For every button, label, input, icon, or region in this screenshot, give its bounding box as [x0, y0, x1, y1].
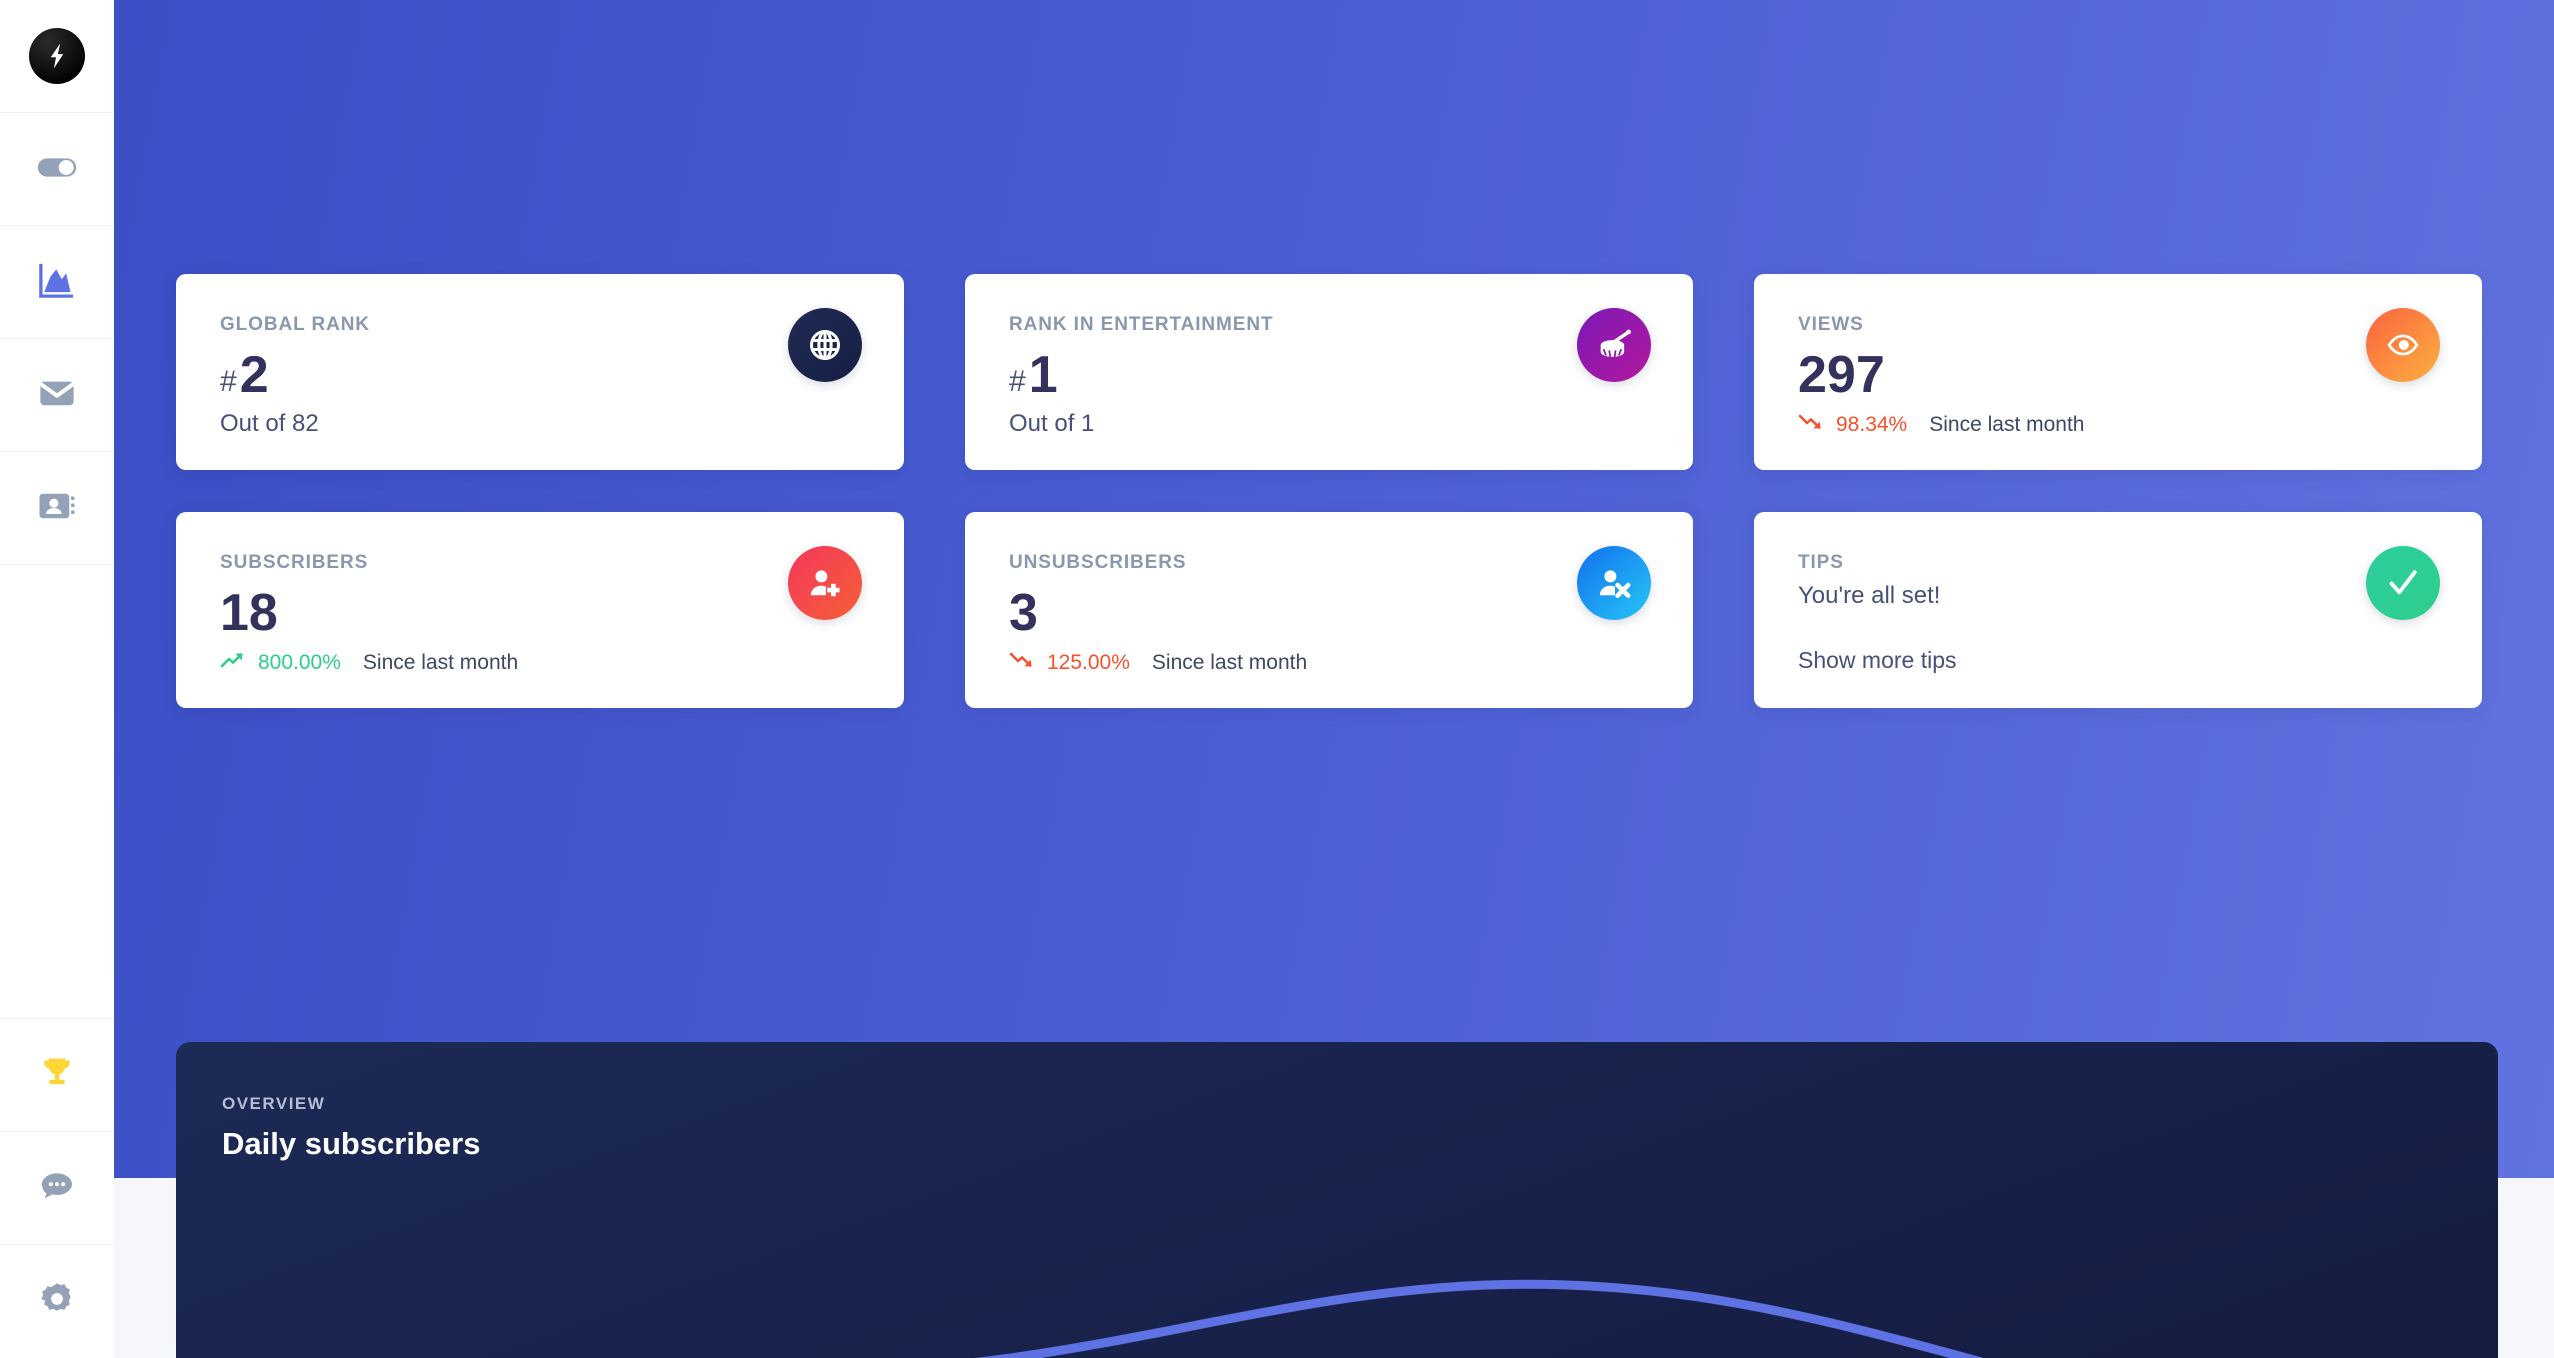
- trend-down-icon: [1009, 650, 1035, 674]
- card-number: 1: [1028, 346, 1058, 404]
- stats-card-grid: GLOBAL RANK #2 Out of 82 RANK IN ENTERTA…: [176, 274, 2482, 708]
- card-value: #2: [220, 349, 860, 401]
- envelope-icon: [36, 372, 78, 419]
- sidebar-item-contacts[interactable]: [0, 452, 114, 565]
- user-plus-icon: [788, 546, 862, 620]
- card-footer-text: Out of 82: [220, 410, 319, 437]
- stat-card-unsubscribers[interactable]: UNSUBSCRIBERS 3 125.00% Since last month: [965, 512, 1693, 708]
- toggle-switch-icon: [34, 144, 80, 195]
- stat-card-rank-entertainment[interactable]: RANK IN ENTERTAINMENT #1 Out of 1: [965, 274, 1693, 470]
- card-label: VIEWS: [1798, 314, 1864, 335]
- delta-percent: 125.00%: [1047, 650, 1130, 674]
- daily-subscribers-line-chart: [974, 1279, 1984, 1358]
- rank-hash: #: [1009, 365, 1026, 398]
- rank-hash: #: [220, 365, 237, 398]
- user-remove-icon: [1577, 546, 1651, 620]
- tips-message: You're all set!: [1798, 581, 1941, 609]
- contact-card-icon: [36, 485, 78, 532]
- overview-panel: OVERVIEW Daily subscribers: [176, 1042, 2498, 1358]
- trend-up-icon: [220, 650, 246, 674]
- dashboard-root: Dashboard Start Here My account: [0, 0, 2554, 1358]
- sidebar-item-toggle[interactable]: [0, 113, 114, 226]
- area-chart-icon: [35, 258, 79, 307]
- gear-icon: [37, 1279, 77, 1324]
- show-more-tips-link[interactable]: Show more tips: [1798, 647, 2438, 674]
- sidebar-item-messages[interactable]: [0, 1132, 114, 1245]
- lightning-bolt-icon: [29, 28, 85, 84]
- stat-card-subscribers[interactable]: SUBSCRIBERS 18 800.00% Since last month: [176, 512, 904, 708]
- card-footer-text: Out of 1: [1009, 410, 1095, 437]
- trophy-icon: [37, 1053, 77, 1098]
- stat-card-views[interactable]: VIEWS 297 98.34% Since last month: [1754, 274, 2482, 470]
- sidebar: [0, 0, 114, 1358]
- sidebar-spacer: [0, 565, 114, 1019]
- card-delta: 98.34% Since last month: [1798, 412, 2438, 436]
- card-number: 2: [239, 346, 269, 404]
- card-value: 18: [220, 587, 860, 639]
- delta-period: Since last month: [1151, 650, 1308, 674]
- card-delta: 800.00% Since last month: [220, 650, 860, 674]
- sidebar-logo[interactable]: [0, 0, 114, 113]
- card-label: SUBSCRIBERS: [220, 552, 369, 573]
- card-value: 3: [1009, 587, 1649, 639]
- sidebar-item-settings[interactable]: [0, 1245, 114, 1358]
- trend-down-icon: [1798, 412, 1824, 436]
- drum-icon: [1577, 308, 1651, 382]
- card-delta: 125.00% Since last month: [1009, 650, 1649, 674]
- delta-period: Since last month: [362, 650, 519, 674]
- stat-card-tips[interactable]: TIPS You're all set! Show more tips: [1754, 512, 2482, 708]
- sidebar-item-rewards[interactable]: [0, 1019, 114, 1132]
- delta-period: Since last month: [1929, 412, 2085, 436]
- card-label: GLOBAL RANK: [220, 314, 370, 335]
- card-number: 297: [1798, 346, 1885, 404]
- card-value: #1: [1009, 349, 1649, 401]
- card-value: 297: [1798, 349, 2438, 401]
- sidebar-item-analytics[interactable]: [0, 226, 114, 339]
- chat-bubble-icon: [37, 1166, 77, 1211]
- card-label: UNSUBSCRIBERS: [1009, 552, 1187, 573]
- stat-card-global-rank[interactable]: GLOBAL RANK #2 Out of 82: [176, 274, 904, 470]
- delta-percent: 98.34%: [1836, 412, 1908, 436]
- card-label: TIPS: [1798, 552, 1844, 573]
- sidebar-item-mail[interactable]: [0, 339, 114, 452]
- eye-icon: [2366, 308, 2440, 382]
- check-mark-icon: [2366, 546, 2440, 620]
- globe-icon: [788, 308, 862, 382]
- card-number: 18: [220, 584, 278, 642]
- card-number: 3: [1009, 584, 1038, 642]
- card-label: RANK IN ENTERTAINMENT: [1009, 314, 1274, 335]
- delta-percent: 800.00%: [258, 650, 341, 674]
